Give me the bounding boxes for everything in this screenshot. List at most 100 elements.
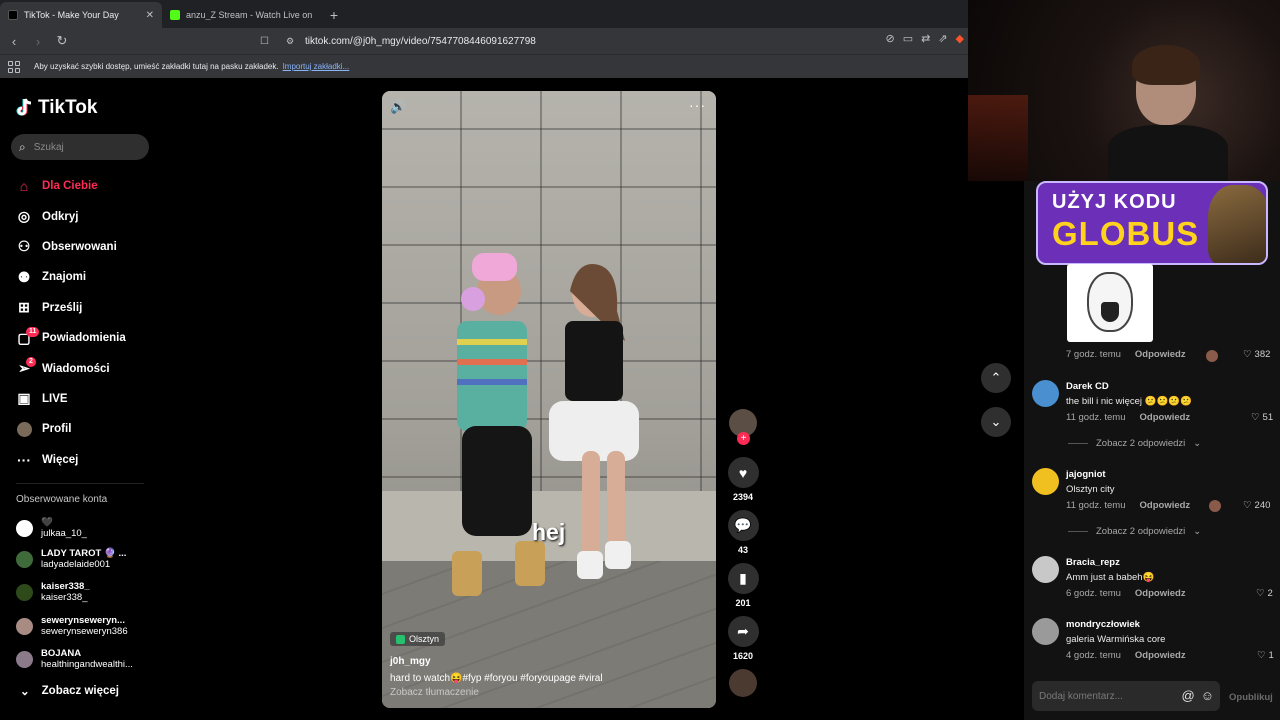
followed-account[interactable]: BOJANA healthingandwealthi... bbox=[16, 648, 133, 670]
friends-icon: ⚉ bbox=[17, 268, 31, 285]
account-handle: ladyadelaide001 bbox=[41, 559, 111, 570]
search-input[interactable]: ⌕ Szukaj bbox=[11, 134, 149, 160]
followed-account[interactable]: sewerynseweryn... sewerynseweryn386 bbox=[16, 615, 128, 637]
comment-user[interactable]: Bracia_repz bbox=[1066, 557, 1120, 568]
share-button[interactable]: ➦ 1620 bbox=[727, 616, 759, 661]
tab-kick[interactable]: anzu_Z Stream - Watch Live on Kick bbox=[162, 2, 322, 28]
comment-like-button[interactable]: ♡ 240 bbox=[1243, 500, 1270, 511]
brave-shield-icon[interactable]: ◆ bbox=[956, 32, 964, 45]
see-more-button[interactable]: ⌄ Zobacz więcej bbox=[20, 684, 119, 698]
followed-account[interactable]: LADY TAROT 🔮 ... ladyadelaide001 bbox=[16, 548, 126, 570]
reply-button[interactable]: Odpowiedz bbox=[1140, 412, 1191, 423]
comment-like-button[interactable]: ♡ 51 bbox=[1251, 412, 1273, 423]
reply-button[interactable]: Odpowiedz bbox=[1140, 500, 1191, 511]
site-info-icon[interactable]: ⚙ bbox=[286, 36, 294, 47]
new-tab-button[interactable]: + bbox=[322, 2, 346, 28]
logo-text: TikTok bbox=[38, 97, 98, 118]
close-tab-icon[interactable]: ✕ bbox=[146, 10, 154, 21]
sidebar-item-profile[interactable]: Profil bbox=[16, 414, 126, 444]
forward-button[interactable]: › bbox=[28, 31, 48, 51]
previous-video-button[interactable]: ⌃ bbox=[981, 363, 1011, 393]
view-replies-button[interactable]: Zobacz 2 odpowiedzi ⌄ bbox=[1068, 526, 1201, 537]
publish-button[interactable]: Opublikuj bbox=[1229, 692, 1273, 703]
browser-tab-bar: TikTok - Make Your Day ✕ anzu_Z Stream -… bbox=[0, 0, 968, 28]
comment-like-count: 382 bbox=[1254, 349, 1271, 360]
divider bbox=[16, 483, 144, 484]
add-comment-placeholder: Dodaj komentarz... bbox=[1039, 690, 1123, 702]
comment-like-button[interactable]: ♡ 2 bbox=[1256, 588, 1273, 599]
import-bookmarks-link[interactable]: Importuj zakładki... bbox=[283, 62, 350, 71]
avatar[interactable] bbox=[1032, 380, 1059, 407]
reader-icon[interactable]: ⊘ bbox=[885, 32, 894, 45]
reply-button[interactable]: Odpowiedz bbox=[1135, 650, 1186, 661]
webcam-hair bbox=[1132, 45, 1200, 85]
video-actions: + ♥ 2394 💬 43 ▮ 201 ➦ 1620 bbox=[727, 409, 759, 705]
emoji-icon[interactable]: ☺ bbox=[1201, 688, 1214, 703]
avatar[interactable] bbox=[1032, 618, 1059, 645]
url-text: tiktok.com/@j0h_mgy/video/75477084460916… bbox=[305, 35, 536, 47]
cast-icon[interactable]: ▭ bbox=[903, 32, 913, 45]
save-button[interactable]: ▮ 201 bbox=[727, 563, 759, 608]
location-pin-icon bbox=[396, 634, 405, 644]
apps-icon[interactable] bbox=[8, 60, 20, 73]
comment-like-button[interactable]: ♡ 1 bbox=[1257, 650, 1274, 661]
comment-meta: 6 godz. temu Odpowiedz bbox=[1066, 588, 1186, 599]
back-button[interactable]: ‹ bbox=[4, 31, 24, 51]
music-disc[interactable] bbox=[727, 669, 759, 697]
sticker-mouth bbox=[1101, 302, 1119, 322]
followed-account[interactable]: kaiser338_ kaiser338_ bbox=[16, 581, 90, 603]
account-name: kaiser338_ bbox=[41, 581, 90, 592]
follow-plus-icon[interactable]: + bbox=[737, 432, 750, 445]
sidebar-item-label: Wiadomości bbox=[42, 362, 110, 375]
add-comment-input[interactable]: Dodaj komentarz... @ ☺ bbox=[1032, 681, 1220, 711]
followed-account[interactable]: 🖤 julkaa_10_ bbox=[16, 517, 87, 539]
avatar bbox=[16, 583, 33, 601]
messages-badge: 2 bbox=[26, 357, 36, 368]
video-author[interactable]: j0h_mgy bbox=[390, 656, 431, 667]
comment-icon: 💬 bbox=[727, 510, 759, 541]
comment-like-button[interactable]: ♡ 382 bbox=[1243, 349, 1270, 360]
sidebar-item-notifications[interactable]: ▢ 11 Powiadomienia bbox=[16, 323, 126, 353]
heart-outline-icon: ♡ bbox=[1243, 500, 1252, 511]
tiktok-logo[interactable]: TikTok bbox=[16, 97, 97, 119]
mention-icon[interactable]: @ bbox=[1182, 688, 1195, 703]
comment-user[interactable]: mondryczłowiek bbox=[1066, 619, 1140, 630]
compass-icon: ◎ bbox=[17, 208, 31, 225]
see-translation-link[interactable]: Zobacz tłumaczenie bbox=[390, 687, 479, 698]
avatar[interactable] bbox=[1032, 468, 1059, 495]
comment-user[interactable]: Darek CD bbox=[1066, 381, 1109, 392]
bookmark-icon[interactable]: ☐ bbox=[260, 36, 269, 47]
next-video-button[interactable]: ⌄ bbox=[981, 407, 1011, 437]
like-count: 2394 bbox=[732, 492, 754, 502]
profile-icon bbox=[16, 421, 32, 437]
tab-tiktok[interactable]: TikTok - Make Your Day ✕ bbox=[0, 2, 162, 28]
sidebar-item-following[interactable]: ⚇ Obserwowani bbox=[16, 232, 126, 262]
reply-button[interactable]: Odpowiedz bbox=[1135, 349, 1186, 360]
sidebar-item-upload[interactable]: ⊞ Prześlij bbox=[16, 293, 126, 323]
sidebar-item-more[interactable]: ··· Więcej bbox=[16, 445, 126, 475]
sidebar-item-for-you[interactable]: ⌂ Dla Ciebie bbox=[16, 171, 126, 201]
reply-button[interactable]: Odpowiedz bbox=[1135, 588, 1186, 599]
sidebar-item-explore[interactable]: ◎ Odkryj bbox=[16, 201, 126, 231]
comment-sticker bbox=[1067, 264, 1153, 342]
translate-icon[interactable]: ⇄ bbox=[921, 32, 930, 45]
location-tag[interactable]: Olsztyn bbox=[390, 632, 446, 646]
sidebar-item-live[interactable]: ▣ LIVE bbox=[16, 384, 126, 414]
video-player[interactable]: 🔊 ··· hej Olsztyn j0h_mgy hard to watch😝… bbox=[382, 91, 716, 708]
author-avatar[interactable]: + bbox=[727, 409, 759, 445]
sidebar-item-messages[interactable]: ➢ 2 Wiadomości bbox=[16, 353, 126, 383]
avatar bbox=[16, 550, 33, 568]
like-button[interactable]: ♥ 2394 bbox=[727, 457, 759, 502]
more-options-icon[interactable]: ··· bbox=[689, 97, 706, 113]
sidebar-item-friends[interactable]: ⚉ Znajomi bbox=[16, 262, 126, 292]
comment-button[interactable]: 💬 43 bbox=[727, 510, 759, 555]
share-icon[interactable]: ⇗ bbox=[938, 32, 947, 45]
avatar[interactable] bbox=[1032, 556, 1059, 583]
notifications-badge: 11 bbox=[26, 326, 40, 337]
address-bar[interactable]: ☐ ⚙ tiktok.com/@j0h_mgy/video/7547708446… bbox=[258, 31, 958, 51]
comment-user[interactable]: jajogniot bbox=[1066, 469, 1106, 480]
reload-button[interactable]: ↻ bbox=[52, 31, 72, 51]
volume-icon[interactable]: 🔊 bbox=[390, 99, 406, 115]
view-replies-button[interactable]: Zobacz 2 odpowiedzi ⌄ bbox=[1068, 438, 1201, 449]
comment-text: the bill i nic więcej 😕😕😕😕 bbox=[1066, 396, 1192, 407]
